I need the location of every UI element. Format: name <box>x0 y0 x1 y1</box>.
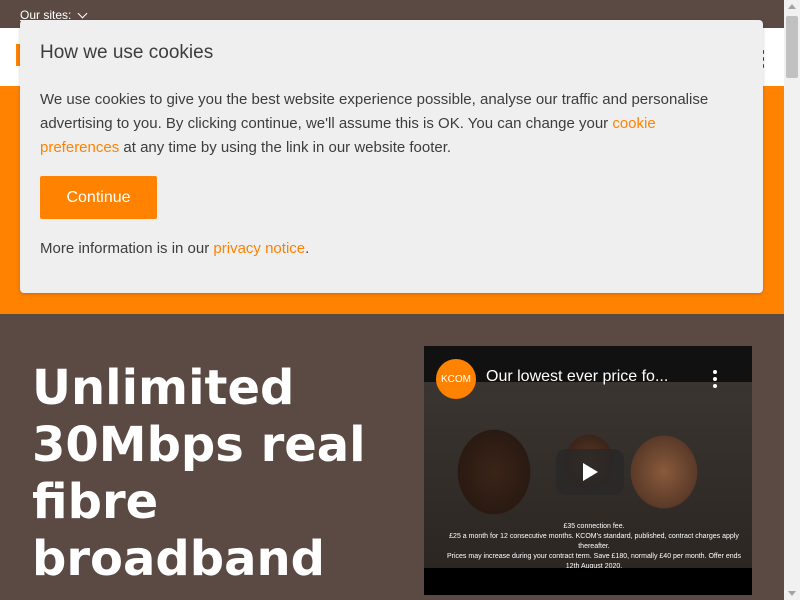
cookie-dialog: How we use cookies We use cookies to giv… <box>20 20 763 293</box>
scroll-down-icon[interactable] <box>788 591 796 596</box>
video-title[interactable]: Our lowest ever price fo... <box>486 368 706 386</box>
scrollbar-thumb[interactable] <box>786 16 798 78</box>
chevron-down-icon <box>77 8 88 19</box>
more-info-text: More information is in our privacy notic… <box>40 240 309 257</box>
continue-button[interactable]: Continue <box>40 176 157 219</box>
more-options-icon[interactable] <box>713 370 717 388</box>
cookie-dialog-title: How we use cookies <box>40 42 214 63</box>
video-fine-print: £35 connection fee. £25 a month for 12 c… <box>444 522 744 572</box>
more-info-after: . <box>305 240 310 257</box>
channel-logo[interactable]: KCOM <box>436 359 476 399</box>
video-bottom-bar <box>424 568 752 595</box>
hero-title: Unlimited 30Mbps real fibre broadband <box>32 360 366 587</box>
scrollbar[interactable] <box>784 0 800 600</box>
scroll-up-icon[interactable] <box>788 4 796 9</box>
cookie-dialog-text: We use cookies to give you the best webs… <box>40 88 730 160</box>
cookie-text-after: at any time by using the link in our web… <box>119 139 452 156</box>
more-info-before: More information is in our <box>40 240 214 257</box>
video-player[interactable]: KCOM Our lowest ever price fo... £35 con… <box>424 346 752 595</box>
fine-print-line-2: £25 a month for 12 consecutive months. K… <box>449 533 739 550</box>
privacy-notice-link[interactable]: privacy notice <box>213 240 305 257</box>
cookie-text-before: We use cookies to give you the best webs… <box>40 91 709 132</box>
play-button[interactable] <box>556 449 624 495</box>
fine-print-line-1: £35 connection fee. <box>563 523 625 530</box>
